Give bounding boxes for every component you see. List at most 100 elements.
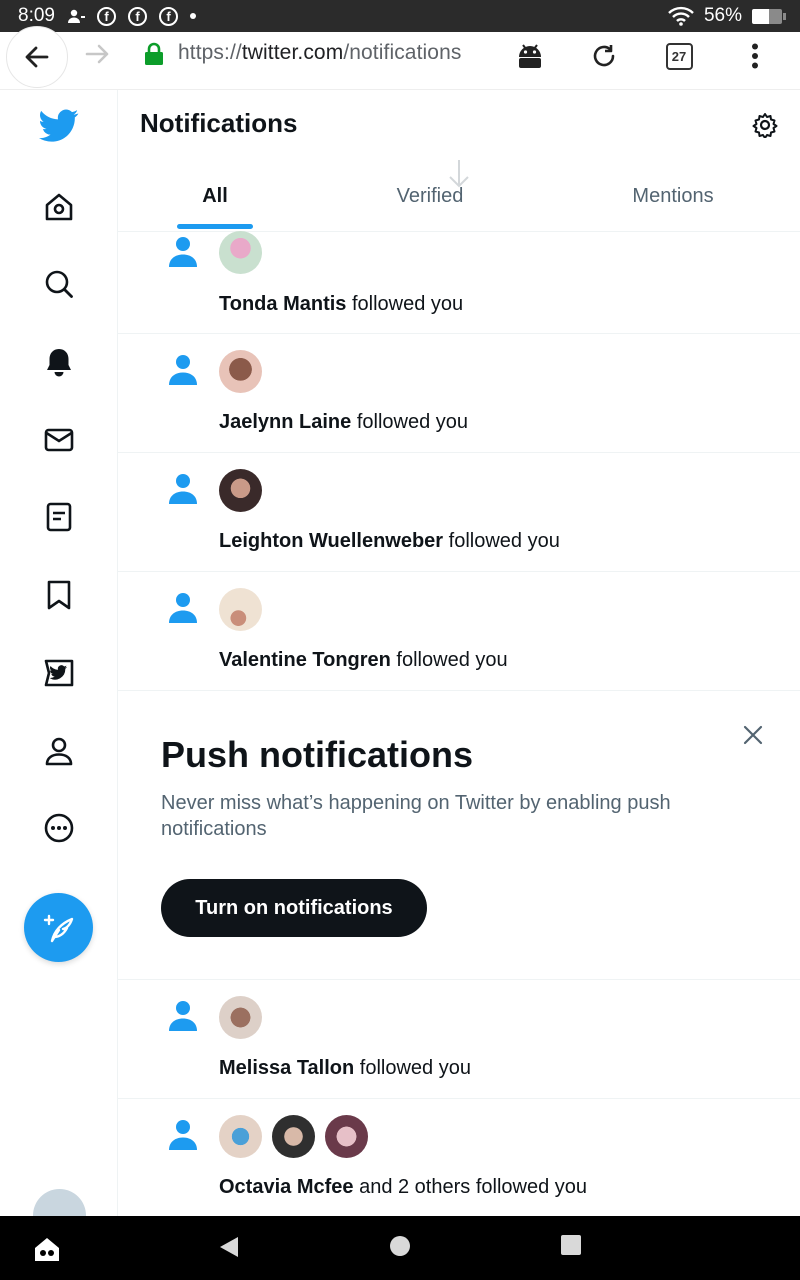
bell-icon[interactable] (38, 341, 80, 383)
list-item[interactable]: Octavia Mcfee and 2 others followed you (118, 1099, 800, 1216)
arrow-left-icon (25, 46, 49, 68)
notification-tabs: All Verified Mentions (118, 160, 800, 232)
user-name[interactable]: Valentine Tongren (219, 649, 391, 671)
pull-refresh-arrow-icon (449, 160, 469, 188)
gear-icon (752, 113, 778, 138)
tab-mentions[interactable]: Mentions (548, 160, 798, 232)
tab-all-label: All (202, 184, 228, 207)
user-name[interactable]: Octavia Mcfee (219, 1176, 354, 1198)
facebook-icon: f (127, 6, 147, 26)
avatar[interactable] (219, 469, 262, 512)
notification-text: Melissa Tallon followed you (219, 1057, 471, 1080)
person-icon (169, 1001, 197, 1031)
bookmark-icon[interactable] (38, 574, 80, 616)
system-recents-button[interactable] (560, 1234, 582, 1256)
person-icon (169, 1120, 197, 1150)
avatar[interactable] (219, 588, 262, 631)
lock-icon (144, 42, 164, 71)
user-name[interactable]: Melissa Tallon (219, 1057, 354, 1079)
user-name[interactable]: Leighton Wuellenweber (219, 530, 443, 552)
address-bar[interactable]: https://twitter.com/notifications (178, 41, 461, 65)
system-back-button[interactable] (216, 1234, 242, 1260)
mail-icon[interactable] (38, 419, 80, 461)
user-name[interactable]: Jaelynn Laine (219, 411, 351, 433)
person-icon (169, 237, 197, 267)
list-item[interactable]: Melissa Tallon followed you (118, 980, 800, 1099)
url-domain: twitter.com (241, 41, 344, 64)
close-button[interactable] (738, 720, 768, 750)
notification-action: followed you (351, 411, 469, 433)
android-icon[interactable] (512, 38, 548, 74)
search-icon[interactable] (38, 263, 80, 305)
more-notifications-dot-icon (189, 13, 196, 19)
avatar[interactable] (219, 231, 262, 274)
push-title: Push notifications (161, 734, 474, 775)
reload-button[interactable] (586, 38, 622, 74)
person-icon (169, 474, 197, 504)
forward-button[interactable] (84, 40, 112, 68)
notification-text: Leighton Wuellenweber followed you (219, 530, 560, 553)
turn-on-notifications-button[interactable]: Turn on notifications (161, 879, 427, 937)
browser-toolbar: https://twitter.com/notifications 27 (0, 26, 800, 90)
twitter-blue-icon[interactable] (38, 652, 80, 694)
home-icon[interactable] (38, 186, 80, 228)
lists-icon[interactable] (38, 496, 80, 538)
user-sync-icon (67, 8, 85, 24)
notification-text: Valentine Tongren followed you (219, 649, 508, 672)
profile-icon[interactable] (38, 730, 80, 772)
more-circle-icon[interactable] (38, 807, 80, 849)
url-scheme: https:// (178, 41, 242, 64)
list-item[interactable]: Leighton Wuellenweber followed you (118, 453, 800, 572)
feather-plus-icon (43, 914, 73, 942)
list-item[interactable]: Tonda Mantis followed you (118, 231, 800, 334)
main-column: Notifications All Verified Mentions Tond… (118, 90, 800, 1216)
user-name[interactable]: Tonda Mantis (219, 293, 346, 315)
avatar[interactable] (272, 1115, 315, 1158)
tab-count: 27 (665, 42, 693, 70)
person-icon (169, 593, 197, 623)
notification-text: Tonda Mantis followed you (219, 293, 463, 316)
list-item[interactable]: Jaelynn Laine followed you (118, 334, 800, 453)
back-button[interactable] (6, 26, 68, 88)
close-icon (743, 725, 763, 745)
tab-mentions-label: Mentions (632, 184, 714, 207)
sidebar (0, 90, 118, 1242)
status-time: 8:09 (18, 5, 55, 26)
status-bar: 8:09 f f f 56% (0, 0, 800, 32)
system-navigation-bar (0, 1216, 800, 1280)
facebook-icon: f (158, 6, 178, 26)
battery-icon (752, 8, 786, 24)
triangle-back-icon (220, 1237, 238, 1257)
push-description: Never miss what’s happening on Twitter b… (161, 792, 671, 840)
overflow-menu-button[interactable] (737, 38, 773, 74)
avatar[interactable] (219, 1115, 262, 1158)
notification-action: followed you (346, 293, 464, 315)
list-item[interactable]: Valentine Tongren followed you (118, 572, 800, 691)
notification-text: Octavia Mcfee and 2 others followed you (219, 1176, 587, 1199)
tab-switcher-button[interactable]: 27 (661, 38, 697, 74)
more-vertical-icon (752, 43, 758, 69)
avatar[interactable] (219, 350, 262, 393)
avatar[interactable] (325, 1115, 368, 1158)
page-title: Notifications (140, 108, 298, 138)
wifi-icon (668, 6, 694, 26)
square-recents-icon (561, 1235, 581, 1255)
reload-icon (593, 45, 615, 67)
compose-tweet-button[interactable] (24, 893, 93, 962)
tab-verified[interactable]: Verified (312, 160, 548, 232)
notification-action: and 2 others followed you (353, 1176, 588, 1198)
push-notifications-card: Push notifications Never miss what’s hap… (118, 690, 800, 980)
system-home-button[interactable] (388, 1234, 412, 1258)
url-path: /notifications (343, 41, 462, 64)
notification-action: followed you (390, 649, 508, 671)
settings-button[interactable] (750, 110, 780, 140)
assistant-icon[interactable] (32, 1234, 62, 1264)
avatar[interactable] (219, 996, 262, 1039)
notification-action: followed you (354, 1057, 471, 1079)
tab-all[interactable]: All (118, 160, 312, 232)
active-tab-indicator (177, 224, 253, 229)
facebook-icon: f (96, 6, 116, 26)
notification-action: followed you (443, 530, 560, 552)
twitter-logo-icon[interactable] (38, 105, 80, 147)
battery-percent: 56% (703, 5, 742, 26)
